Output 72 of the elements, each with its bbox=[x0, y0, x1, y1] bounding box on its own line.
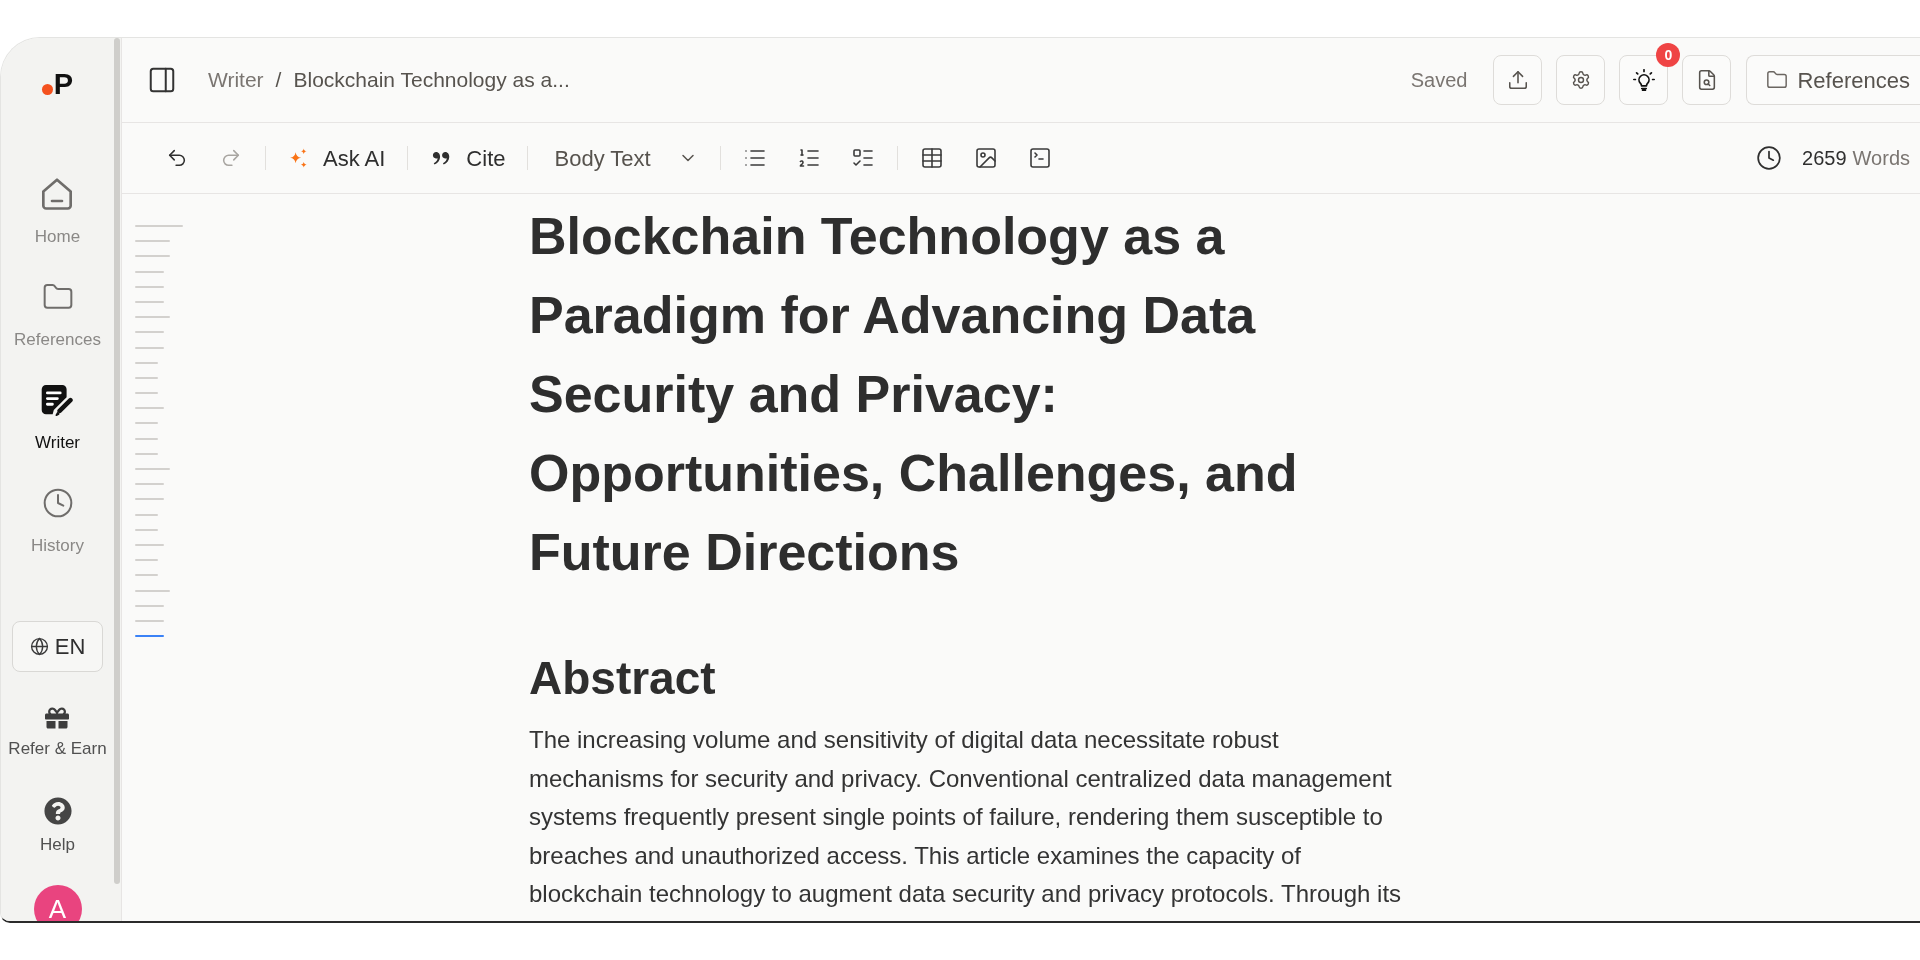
table-icon bbox=[919, 146, 944, 170]
sparkle-icon bbox=[288, 147, 309, 169]
outline-marker[interactable] bbox=[135, 331, 164, 334]
logo-text: P bbox=[53, 70, 74, 98]
outline-marker[interactable] bbox=[135, 225, 183, 227]
help-icon bbox=[43, 797, 72, 825]
outline-marker[interactable] bbox=[135, 300, 164, 303]
references-button[interactable]: References bbox=[1746, 55, 1920, 105]
outline-marker[interactable] bbox=[135, 619, 164, 622]
scrollbar-thumb[interactable] bbox=[114, 38, 120, 884]
folder-icon bbox=[1766, 69, 1789, 91]
notification-badge: 0 bbox=[1656, 43, 1681, 67]
outline-marker[interactable] bbox=[135, 270, 164, 273]
upload-button[interactable] bbox=[1493, 55, 1543, 105]
section-heading: Abstract bbox=[529, 651, 717, 706]
gift-icon bbox=[45, 706, 70, 730]
language-button[interactable]: EN bbox=[12, 621, 103, 672]
lightbulb-icon bbox=[1633, 69, 1655, 91]
panel-toggle-icon bbox=[147, 65, 177, 95]
outline-marker[interactable] bbox=[135, 285, 164, 288]
cite-button[interactable]: Cite bbox=[422, 138, 514, 178]
redo-icon bbox=[220, 147, 242, 169]
outline-marker[interactable] bbox=[135, 255, 170, 258]
document-search-button[interactable] bbox=[1682, 55, 1732, 105]
outline-marker[interactable] bbox=[135, 498, 164, 501]
outline-marker[interactable] bbox=[135, 468, 170, 470]
word-count-unit: Words bbox=[1852, 146, 1910, 171]
outline-marker[interactable] bbox=[135, 361, 158, 364]
help-button[interactable]: Help bbox=[40, 797, 75, 855]
outline-marker[interactable] bbox=[135, 452, 158, 455]
outline-marker[interactable] bbox=[135, 422, 158, 425]
outline-marker[interactable] bbox=[135, 635, 164, 638]
document-search-icon bbox=[1696, 69, 1718, 91]
word-count: 2659 bbox=[1802, 146, 1847, 171]
outline-marker[interactable] bbox=[135, 437, 158, 440]
outline-marker[interactable] bbox=[135, 240, 170, 243]
ask-ai-button[interactable]: Ask AI bbox=[280, 138, 394, 178]
outline-marker[interactable] bbox=[135, 604, 164, 607]
save-status: Saved bbox=[1410, 68, 1468, 93]
refer-and-earn-button[interactable]: Refer & Earn bbox=[8, 706, 107, 759]
writer-nav-item[interactable]: Writer bbox=[35, 384, 80, 453]
breadcrumb-link[interactable]: Writer bbox=[208, 64, 264, 96]
home-icon bbox=[42, 178, 73, 210]
block-style-dropdown[interactable]: Body Text bbox=[542, 138, 706, 178]
globe-icon bbox=[29, 637, 49, 656]
settings-button[interactable] bbox=[1556, 55, 1606, 105]
avatar-button[interactable]: A bbox=[33, 885, 82, 921]
settings-icon bbox=[1571, 70, 1591, 90]
undo-icon bbox=[166, 147, 188, 169]
pen-document-icon bbox=[41, 384, 74, 416]
sidebar-toggle-button[interactable] bbox=[147, 65, 177, 95]
document-name: Blockchain Technology as a... bbox=[293, 67, 570, 94]
outline-marker[interactable] bbox=[135, 543, 164, 546]
breadcrumb-separator: / bbox=[275, 67, 282, 94]
outline-marker[interactable] bbox=[135, 513, 158, 516]
clock-icon bbox=[1756, 145, 1783, 171]
clock-icon bbox=[41, 487, 74, 519]
outline-marker[interactable] bbox=[135, 574, 158, 577]
outline-marker[interactable] bbox=[135, 589, 170, 592]
outline-marker[interactable] bbox=[135, 483, 164, 486]
image-icon bbox=[973, 146, 998, 170]
outline-marker[interactable] bbox=[135, 407, 164, 410]
document-title: Blockchain Technology as a Paradigm for Advancing Data Security and Privacy: Opportunities, Challenges, and Future Directions bbox=[529, 206, 1299, 583]
outline-marker[interactable] bbox=[135, 559, 158, 562]
outline-marker[interactable] bbox=[135, 346, 164, 349]
outline-marker[interactable] bbox=[135, 392, 158, 395]
outline-marker[interactable] bbox=[135, 376, 158, 379]
terminal-icon bbox=[1027, 146, 1052, 170]
body-paragraph: The increasing volume and sensitivity of digital data necessitate robust mechanisms for security and privacy. Conventional centralized data management systems frequently present single points of failure, rendering them susceptible to breaches and unauthorized access. This article examines the capacity of blockchain technology to augment data security and privacy protocols. Through its bbox=[529, 725, 1403, 909]
outline-marker[interactable] bbox=[135, 316, 170, 319]
upload-icon bbox=[1507, 69, 1529, 91]
outline-marker[interactable] bbox=[135, 528, 158, 531]
